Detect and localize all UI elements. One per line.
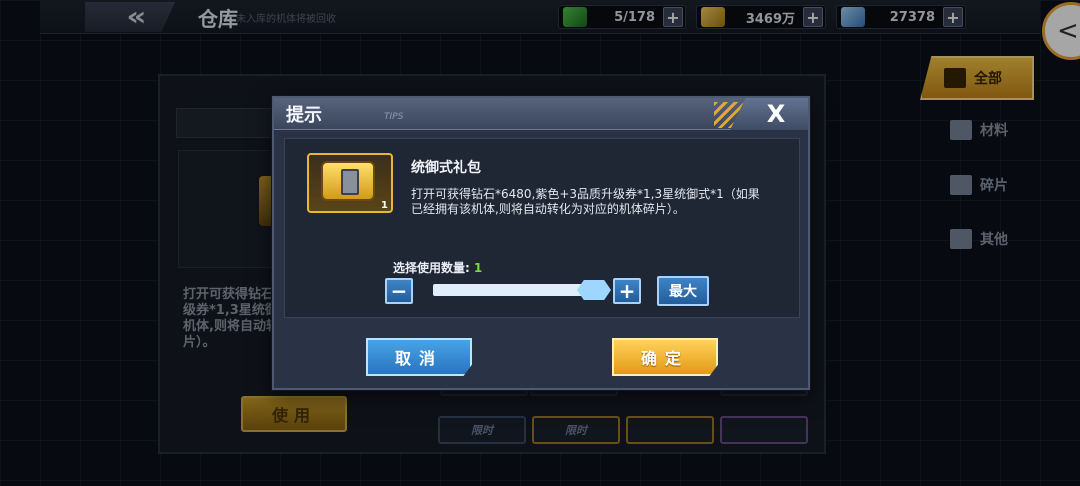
chest-icon <box>321 161 375 201</box>
item-name: 统御式礼包 <box>411 160 481 176</box>
max-quantity-button[interactable]: 最大 <box>657 276 709 306</box>
quantity-label-text: 选择使用数量: <box>393 261 470 275</box>
minus-icon: − <box>390 279 408 303</box>
use-item-dialog: 提示 TIPS X 1 统御式礼包 打开可获得钻石*6480,紫色+3品质升级券… <box>272 96 810 390</box>
cancel-button[interactable]: 取消 <box>366 338 472 376</box>
dialog-body: 1 统御式礼包 打开可获得钻石*6480,紫色+3品质升级券*1,3星统御式*1… <box>284 138 800 318</box>
dialog-title: 提示 <box>286 105 322 126</box>
increase-quantity-button[interactable]: + <box>613 278 641 304</box>
item-count: 1 <box>381 200 388 211</box>
quantity-label: 选择使用数量: 1 <box>393 259 482 276</box>
confirm-button[interactable]: 确定 <box>612 338 718 376</box>
quantity-value: 1 <box>473 261 483 275</box>
dialog-header: 提示 TIPS X <box>274 98 808 130</box>
plus-icon: + <box>618 279 636 303</box>
quantity-slider-track[interactable] <box>433 284 601 296</box>
gift-pack-icon: 1 <box>307 153 393 213</box>
decrease-quantity-button[interactable]: − <box>385 278 413 304</box>
dialog-tag: TIPS <box>384 112 404 122</box>
close-icon: X <box>766 100 786 128</box>
item-description: 打开可获得钻石*6480,紫色+3品质升级券*1,3星统御式*1（如果已经拥有该… <box>411 187 760 216</box>
quantity-slider-handle[interactable] <box>577 280 611 300</box>
